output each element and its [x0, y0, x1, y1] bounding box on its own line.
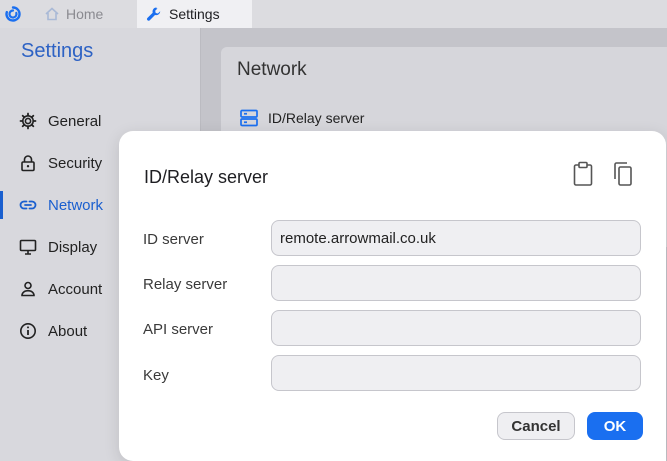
- id-server-label: ID server: [143, 231, 204, 248]
- server-icon: [240, 109, 258, 127]
- title-bar: Home Settings: [0, 0, 667, 28]
- key-label: Key: [143, 367, 169, 384]
- sidebar-item-label: About: [48, 322, 88, 340]
- sidebar-item-label: Network: [48, 196, 104, 214]
- paste-icon[interactable]: [571, 161, 595, 187]
- dialog-title: ID/Relay server: [144, 167, 269, 187]
- lock-icon: [21, 155, 35, 172]
- home-icon: [45, 7, 59, 21]
- sidebar-item-label: General: [48, 112, 102, 130]
- app-logo-icon: [5, 6, 21, 22]
- id-relay-server-label: ID/Relay server: [268, 110, 365, 126]
- sidebar-item-label: Display: [48, 238, 98, 256]
- sidebar-item-label: Account: [48, 280, 103, 298]
- relay-server-input[interactable]: [271, 265, 641, 301]
- monitor-icon: [19, 239, 37, 255]
- id-relay-server-row[interactable]: ID/Relay server: [239, 108, 364, 128]
- api-server-label: API server: [143, 321, 214, 338]
- sidebar-title: Settings: [21, 40, 94, 62]
- id-server-input[interactable]: [271, 220, 641, 256]
- tab-settings[interactable]: Settings: [137, 0, 252, 28]
- sidebar-item-label: Security: [48, 154, 103, 172]
- info-icon: [20, 323, 36, 339]
- tab-home-label: Home: [66, 6, 104, 22]
- copy-icon[interactable]: [611, 161, 635, 187]
- person-icon: [21, 281, 35, 297]
- tab-home[interactable]: Home: [40, 0, 136, 28]
- api-server-input[interactable]: [271, 310, 641, 346]
- gear-icon: [19, 112, 37, 130]
- key-input[interactable]: [271, 355, 641, 391]
- tab-settings-label: Settings: [169, 6, 220, 22]
- link-icon: [19, 200, 37, 210]
- cancel-button[interactable]: Cancel: [497, 412, 575, 440]
- id-relay-server-dialog: ID/Relay server ID server Relay server A…: [119, 131, 666, 461]
- relay-server-label: Relay server: [143, 276, 228, 293]
- ok-button[interactable]: OK: [587, 412, 643, 440]
- wrench-icon: [147, 7, 161, 21]
- section-title: Network: [237, 59, 307, 80]
